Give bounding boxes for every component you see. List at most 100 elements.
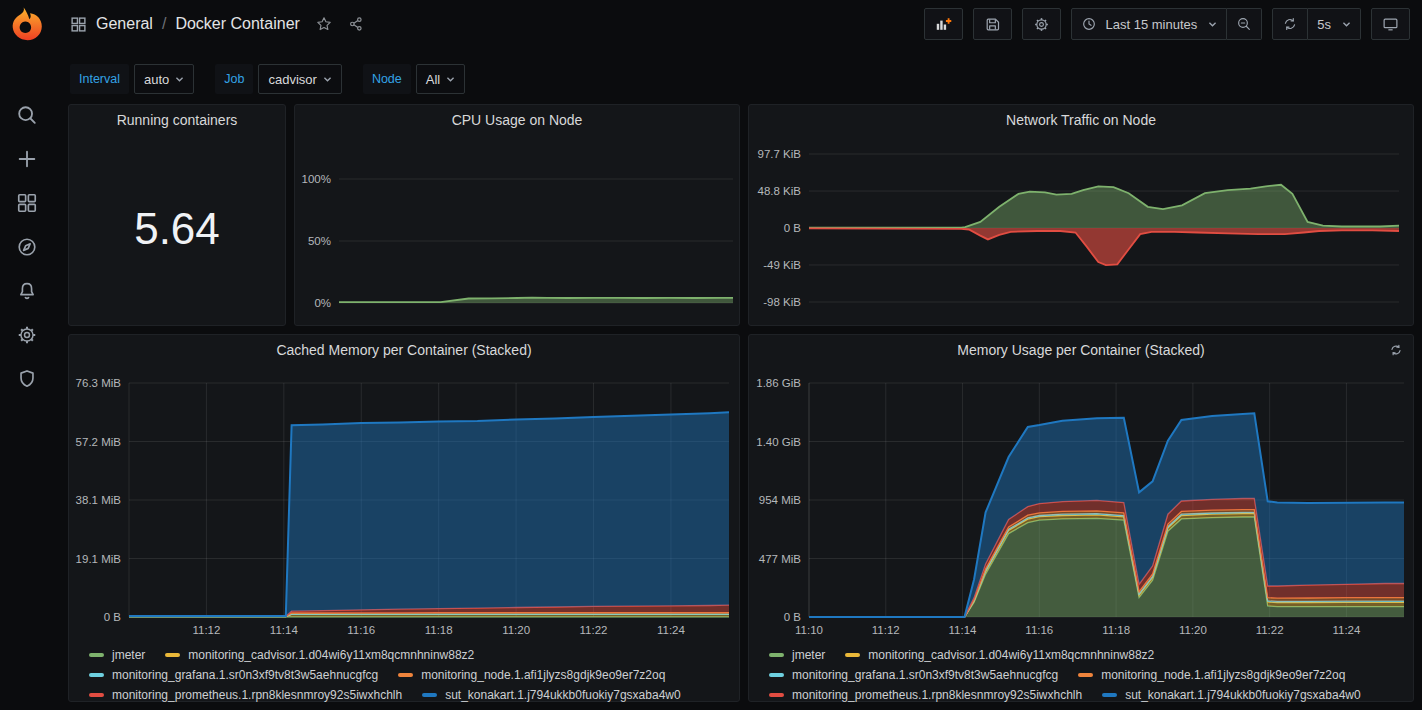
- dashboard-settings-button[interactable]: [1022, 8, 1061, 40]
- svg-text:19.1 MiB: 19.1 MiB: [76, 553, 122, 565]
- panel-title[interactable]: CPU Usage on Node: [295, 105, 739, 135]
- breadcrumb-section[interactable]: General: [96, 15, 153, 33]
- legend-color-dash: [398, 673, 413, 677]
- cpu-chart[interactable]: 0%50%100%: [295, 135, 739, 325]
- panel-cached-memory: Cached Memory per Container (Stacked) 0 …: [68, 334, 740, 702]
- dashboards-icon[interactable]: [0, 181, 54, 225]
- legend-item[interactable]: monitoring_node.1.afi1jlyzs8gdjk9eo9er7z…: [398, 665, 665, 685]
- add-panel-button[interactable]: [924, 8, 963, 40]
- panel-title[interactable]: Running containers: [69, 105, 285, 135]
- panel-title[interactable]: Network Traffic on Node: [749, 105, 1413, 135]
- svg-text:11:10: 11:10: [795, 624, 823, 636]
- svg-text:11:16: 11:16: [347, 624, 375, 636]
- svg-text:-49 KiB: -49 KiB: [763, 259, 801, 271]
- star-icon[interactable]: [316, 16, 332, 32]
- legend-series-name: monitoring_grafana.1.sr0n3xf9tv8t3w5aehn…: [792, 665, 1058, 685]
- legend-item[interactable]: monitoring_node.1.afi1jlyzs8gdjk9eo9er7z…: [1078, 665, 1345, 685]
- legend-series-name: monitoring_grafana.1.sr0n3xf9tv8t3w5aehn…: [112, 665, 378, 685]
- panel-cpu-usage: CPU Usage on Node 0%50%100%: [294, 104, 740, 326]
- share-icon[interactable]: [348, 16, 364, 32]
- svg-text:11:12: 11:12: [872, 624, 900, 636]
- alerting-icon[interactable]: [0, 269, 54, 313]
- legend-series-name: monitoring_node.1.afi1jlyzs8gdjk9eo9er7z…: [1101, 665, 1345, 685]
- svg-text:11:22: 11:22: [1256, 624, 1284, 636]
- breadcrumb-title[interactable]: Docker Container: [175, 15, 300, 33]
- svg-text:11:12: 11:12: [192, 624, 220, 636]
- breadcrumb: General / Docker Container: [70, 15, 364, 33]
- svg-text:11:24: 11:24: [657, 624, 686, 636]
- time-picker: Last 15 minutes: [1071, 8, 1262, 40]
- legend-item[interactable]: monitoring_prometheus.1.rpn8klesnmroy92s…: [89, 685, 402, 705]
- legend-item[interactable]: sut_konakart.1.j794ukkb0fuokiy7gsxaba4w0: [422, 685, 681, 705]
- legend: jmeter monitoring_cadvisor.1.d04wi6y11xm8…: [749, 641, 1413, 705]
- refresh-interval-label: 5s: [1317, 17, 1331, 32]
- variable-interval: Interval auto: [70, 64, 194, 94]
- legend-item[interactable]: monitoring_cadvisor.1.d04wi6y11xm8qcmnhn…: [845, 645, 1154, 665]
- variable-node-value[interactable]: All: [416, 64, 465, 94]
- legend-series-name: monitoring_prometheus.1.rpn8klesnmroy92s…: [112, 685, 402, 705]
- network-chart[interactable]: -98 KiB-49 KiB0 B48.8 KiB97.7 KiB: [749, 135, 1413, 325]
- svg-text:0 B: 0 B: [784, 222, 802, 234]
- refresh-picker: 5s: [1272, 8, 1361, 40]
- legend-item[interactable]: sut_konakart.1.j794ukkb0fuokiy7gsxaba4w0: [1102, 685, 1361, 705]
- cycle-view-button[interactable]: [1371, 8, 1410, 40]
- svg-text:50%: 50%: [308, 235, 331, 247]
- legend-item[interactable]: jmeter: [89, 645, 145, 665]
- svg-text:1.86 GiB: 1.86 GiB: [756, 377, 801, 389]
- svg-text:97.7 KiB: 97.7 KiB: [758, 148, 802, 160]
- configuration-icon[interactable]: [0, 313, 54, 357]
- time-range-button[interactable]: Last 15 minutes: [1071, 8, 1227, 40]
- variables-row: Interval auto Job cadvisor Node All: [54, 48, 1422, 96]
- svg-text:11:24: 11:24: [1332, 624, 1361, 636]
- variable-interval-label: Interval: [70, 64, 129, 94]
- legend-item[interactable]: jmeter: [769, 645, 825, 665]
- svg-text:76.3 MiB: 76.3 MiB: [76, 377, 122, 389]
- refresh-button[interactable]: [1272, 8, 1308, 40]
- legend-color-dash: [89, 693, 104, 697]
- svg-text:0 B: 0 B: [784, 611, 802, 623]
- panel-memory-usage: Memory Usage per Container (Stacked) 0 B…: [748, 334, 1414, 702]
- grafana-logo[interactable]: [10, 7, 44, 41]
- dashboard-grid-icon: [70, 16, 87, 33]
- memory-usage-chart[interactable]: 0 B477 MiB954 MiB1.40 GiB1.86 GiB11:1011…: [749, 365, 1413, 641]
- legend-series-name: monitoring_node.1.afi1jlyzs8gdjk9eo9er7z…: [421, 665, 665, 685]
- variable-job: Job cadvisor: [215, 64, 342, 94]
- legend-item[interactable]: monitoring_cadvisor.1.d04wi6y11xm8qcmnhn…: [165, 645, 474, 665]
- navbar-actions: Last 15 minutes 5s: [914, 8, 1410, 40]
- variable-node-label: Node: [363, 64, 411, 94]
- legend-color-dash: [845, 653, 860, 657]
- sidebar: [0, 0, 54, 710]
- legend-series-name: sut_konakart.1.j794ukkb0fuokiy7gsxaba4w0: [1125, 685, 1361, 705]
- variable-interval-value[interactable]: auto: [134, 64, 194, 94]
- legend-item[interactable]: monitoring_prometheus.1.rpn8klesnmroy92s…: [769, 685, 1082, 705]
- create-icon[interactable]: [0, 137, 54, 181]
- svg-text:11:14: 11:14: [270, 624, 299, 636]
- panel-title[interactable]: Cached Memory per Container (Stacked): [69, 335, 739, 365]
- save-dashboard-button[interactable]: [973, 8, 1012, 40]
- legend-color-dash: [89, 653, 104, 657]
- variable-job-value[interactable]: cadvisor: [258, 64, 341, 94]
- svg-text:954 MiB: 954 MiB: [759, 494, 802, 506]
- svg-text:11:20: 11:20: [1179, 624, 1207, 636]
- legend-item[interactable]: monitoring_grafana.1.sr0n3xf9tv8t3w5aehn…: [89, 665, 378, 685]
- svg-text:38.1 MiB: 38.1 MiB: [76, 494, 122, 506]
- legend-item[interactable]: monitoring_grafana.1.sr0n3xf9tv8t3w5aehn…: [769, 665, 1058, 685]
- search-icon[interactable]: [0, 93, 54, 137]
- legend-color-dash: [1078, 673, 1093, 677]
- dashboard-grid: Running containers 5.64 CPU Usage on Nod…: [54, 96, 1422, 710]
- cached-memory-chart[interactable]: 0 B19.1 MiB38.1 MiB57.2 MiB76.3 MiB11:12…: [69, 365, 739, 641]
- panel-refresh-icon[interactable]: [1389, 343, 1403, 361]
- svg-text:11:22: 11:22: [580, 624, 608, 636]
- svg-text:477 MiB: 477 MiB: [759, 553, 802, 565]
- svg-text:11:20: 11:20: [502, 624, 530, 636]
- panel-title[interactable]: Memory Usage per Container (Stacked): [749, 335, 1413, 365]
- svg-text:0%: 0%: [314, 297, 331, 309]
- stat-value: 5.64: [134, 204, 220, 254]
- zoom-out-button[interactable]: [1227, 8, 1262, 40]
- legend-color-dash: [165, 653, 180, 657]
- explore-icon[interactable]: [0, 225, 54, 269]
- refresh-interval-button[interactable]: 5s: [1308, 8, 1361, 40]
- legend-color-dash: [1102, 693, 1117, 697]
- variable-node: Node All: [363, 64, 465, 94]
- server-admin-icon[interactable]: [0, 357, 54, 401]
